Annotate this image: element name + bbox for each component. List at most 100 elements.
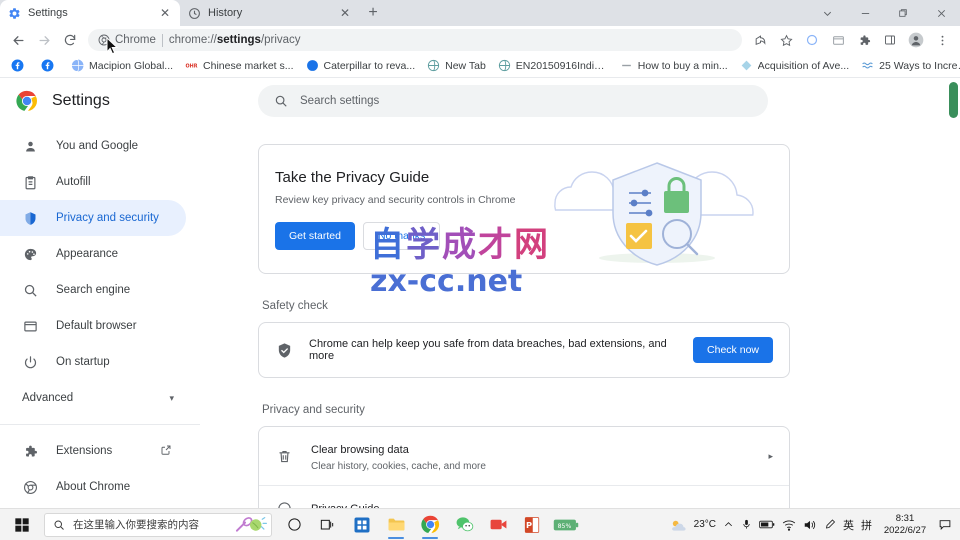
external-link-icon: [160, 444, 172, 459]
address-bar[interactable]: Chrome chrome://settings/privacy: [88, 29, 742, 51]
restore-button[interactable]: [884, 0, 922, 26]
sidebar-item-extensions[interactable]: Extensions: [0, 433, 186, 469]
privacy-guide-subtitle: Review key privacy and security controls…: [275, 194, 516, 206]
battery-badge-icon[interactable]: 85%: [550, 510, 582, 540]
chrome-icon[interactable]: [414, 510, 446, 540]
back-button[interactable]: [6, 28, 30, 52]
url-text: chrome://settings/privacy: [169, 34, 301, 46]
globe-light-icon: [71, 59, 84, 72]
wechat-icon[interactable]: [448, 510, 480, 540]
setting-row-clear-browsing-data[interactable]: Clear browsing data Clear history, cooki…: [259, 427, 789, 486]
sidebar-item-label: Autofill: [56, 176, 91, 188]
no-thanks-button[interactable]: No thanks: [362, 222, 441, 250]
bookmark-item[interactable]: [36, 57, 64, 74]
sidebar-item-appearance[interactable]: Appearance: [0, 236, 186, 272]
clock-time: 8:31: [895, 512, 915, 524]
cortana-icon[interactable]: [278, 510, 310, 540]
side-panel-icon[interactable]: [878, 28, 902, 52]
bookmark-label: 25 Ways to Increa...: [879, 59, 960, 72]
forward-button[interactable]: [32, 28, 56, 52]
bookmark-star-icon[interactable]: [774, 28, 798, 52]
chrome-logo-icon: [16, 90, 38, 112]
chip-divider: [161, 33, 163, 47]
powerpoint-icon[interactable]: P: [516, 510, 548, 540]
tab-close-button[interactable]: ✕: [338, 7, 352, 19]
browser-toolbar: Chrome chrome://settings/privacy: [0, 26, 960, 54]
browser-window-icon: [22, 318, 38, 334]
reload-button[interactable]: [58, 28, 82, 52]
settings-gear-icon: [9, 7, 20, 19]
extensions-puzzle-icon[interactable]: [852, 28, 876, 52]
ohr-text-icon: OHR: [186, 64, 198, 70]
media-capture-icon[interactable]: [826, 28, 850, 52]
speaker-icon[interactable]: [803, 519, 817, 531]
sidebar-divider: [0, 424, 200, 425]
close-button[interactable]: [922, 0, 960, 26]
tab-close-button[interactable]: ✕: [158, 7, 172, 19]
bookmark-item[interactable]: Caterpillar to reva...: [301, 57, 421, 74]
bookmark-item[interactable]: 25 Ways to Increa...: [856, 57, 960, 74]
taskbar-search-input[interactable]: 在这里输入你要搜索的内容: [44, 512, 272, 537]
window-controls: [808, 0, 960, 26]
video-recorder-icon[interactable]: [482, 510, 514, 540]
circle-status-icon[interactable]: [800, 28, 824, 52]
sidebar-item-about-chrome[interactable]: About Chrome: [0, 469, 186, 505]
notification-icon[interactable]: [938, 518, 952, 531]
sidebar-item-advanced[interactable]: Advanced ▾: [0, 380, 186, 416]
chevron-right-icon: ▸: [768, 450, 773, 461]
sidebar-item-label: Privacy and security: [56, 212, 159, 224]
profile-avatar-icon[interactable]: [904, 28, 928, 52]
sidebar-item-label: About Chrome: [56, 481, 131, 493]
bookmark-item[interactable]: How to buy a min...: [615, 57, 733, 74]
sidebar-item-default-browser[interactable]: Default browser: [0, 308, 186, 344]
file-explorer-icon[interactable]: [380, 510, 412, 540]
minimize-button[interactable]: [846, 0, 884, 26]
bookmark-item[interactable]: New Tab: [422, 57, 491, 74]
window-scrollbar[interactable]: [946, 78, 960, 540]
row-subtitle: Clear history, cookies, cache, and more: [311, 461, 486, 472]
search-settings-input[interactable]: Search settings: [258, 85, 768, 117]
task-view-icon[interactable]: [312, 510, 344, 540]
window-scrollbar-thumb[interactable]: [949, 82, 958, 118]
system-tray: 23°C 英 拼 8:31 2022/6/27: [670, 513, 960, 537]
chevron-up-icon[interactable]: [723, 519, 734, 530]
puzzle-icon: [22, 443, 38, 459]
bookmark-item[interactable]: EN20150916India....: [493, 57, 613, 74]
privacy-guide-promo-card: Take the Privacy Guide Review key privac…: [258, 144, 790, 274]
tab-search-button[interactable]: [808, 0, 846, 26]
share-icon[interactable]: [748, 28, 772, 52]
taskbar-app-icons: P 85%: [278, 510, 582, 540]
sun-cloud-icon[interactable]: [670, 518, 687, 532]
sidebar-item-you-and-google[interactable]: You and Google: [0, 128, 186, 164]
battery-icon[interactable]: [759, 519, 775, 530]
taskbar-clock[interactable]: 8:31 2022/6/27: [879, 513, 931, 537]
new-tab-button[interactable]: +: [360, 0, 386, 26]
get-started-button[interactable]: Get started: [275, 222, 355, 250]
tab-strip: Settings ✕ History ✕ +: [0, 0, 960, 26]
sidebar-item-autofill[interactable]: Autofill: [0, 164, 186, 200]
windows-start-icon[interactable]: [0, 509, 44, 540]
microphone-icon[interactable]: [741, 518, 752, 531]
pen-icon[interactable]: [824, 518, 836, 531]
search-placeholder: Search settings: [300, 95, 380, 107]
tab-title: Settings: [28, 7, 68, 19]
bookmark-item[interactable]: Acquisition of Ave...: [735, 57, 854, 74]
privacy-shield-clouds-illustration: [525, 145, 785, 273]
check-now-button[interactable]: Check now: [693, 337, 773, 363]
microsoft-store-icon[interactable]: [346, 510, 378, 540]
sidebar-item-search-engine[interactable]: Search engine: [0, 272, 186, 308]
windows-taskbar: 在这里输入你要搜索的内容 P 85% 23°C 英 拼 8:31 2022/6/…: [0, 508, 960, 540]
sidebar-item-privacy-and-security[interactable]: Privacy and security: [0, 200, 186, 236]
ime-pinyin-indicator[interactable]: 拼: [861, 517, 872, 533]
site-chip[interactable]: Chrome: [98, 34, 156, 46]
bookmark-item[interactable]: [6, 57, 34, 74]
bookmark-item[interactable]: OHR Chinese market s...: [180, 57, 298, 74]
url-suffix: /privacy: [260, 34, 301, 46]
bookmark-item[interactable]: Macipion Global...: [66, 57, 178, 74]
ime-mode-indicator[interactable]: 英: [843, 517, 854, 533]
sidebar-item-on-startup[interactable]: On startup: [0, 344, 186, 380]
tab-history[interactable]: History ✕: [180, 0, 360, 26]
chrome-menu-icon[interactable]: [930, 28, 954, 52]
wifi-icon[interactable]: [782, 519, 796, 531]
tab-settings[interactable]: Settings ✕: [0, 0, 180, 26]
